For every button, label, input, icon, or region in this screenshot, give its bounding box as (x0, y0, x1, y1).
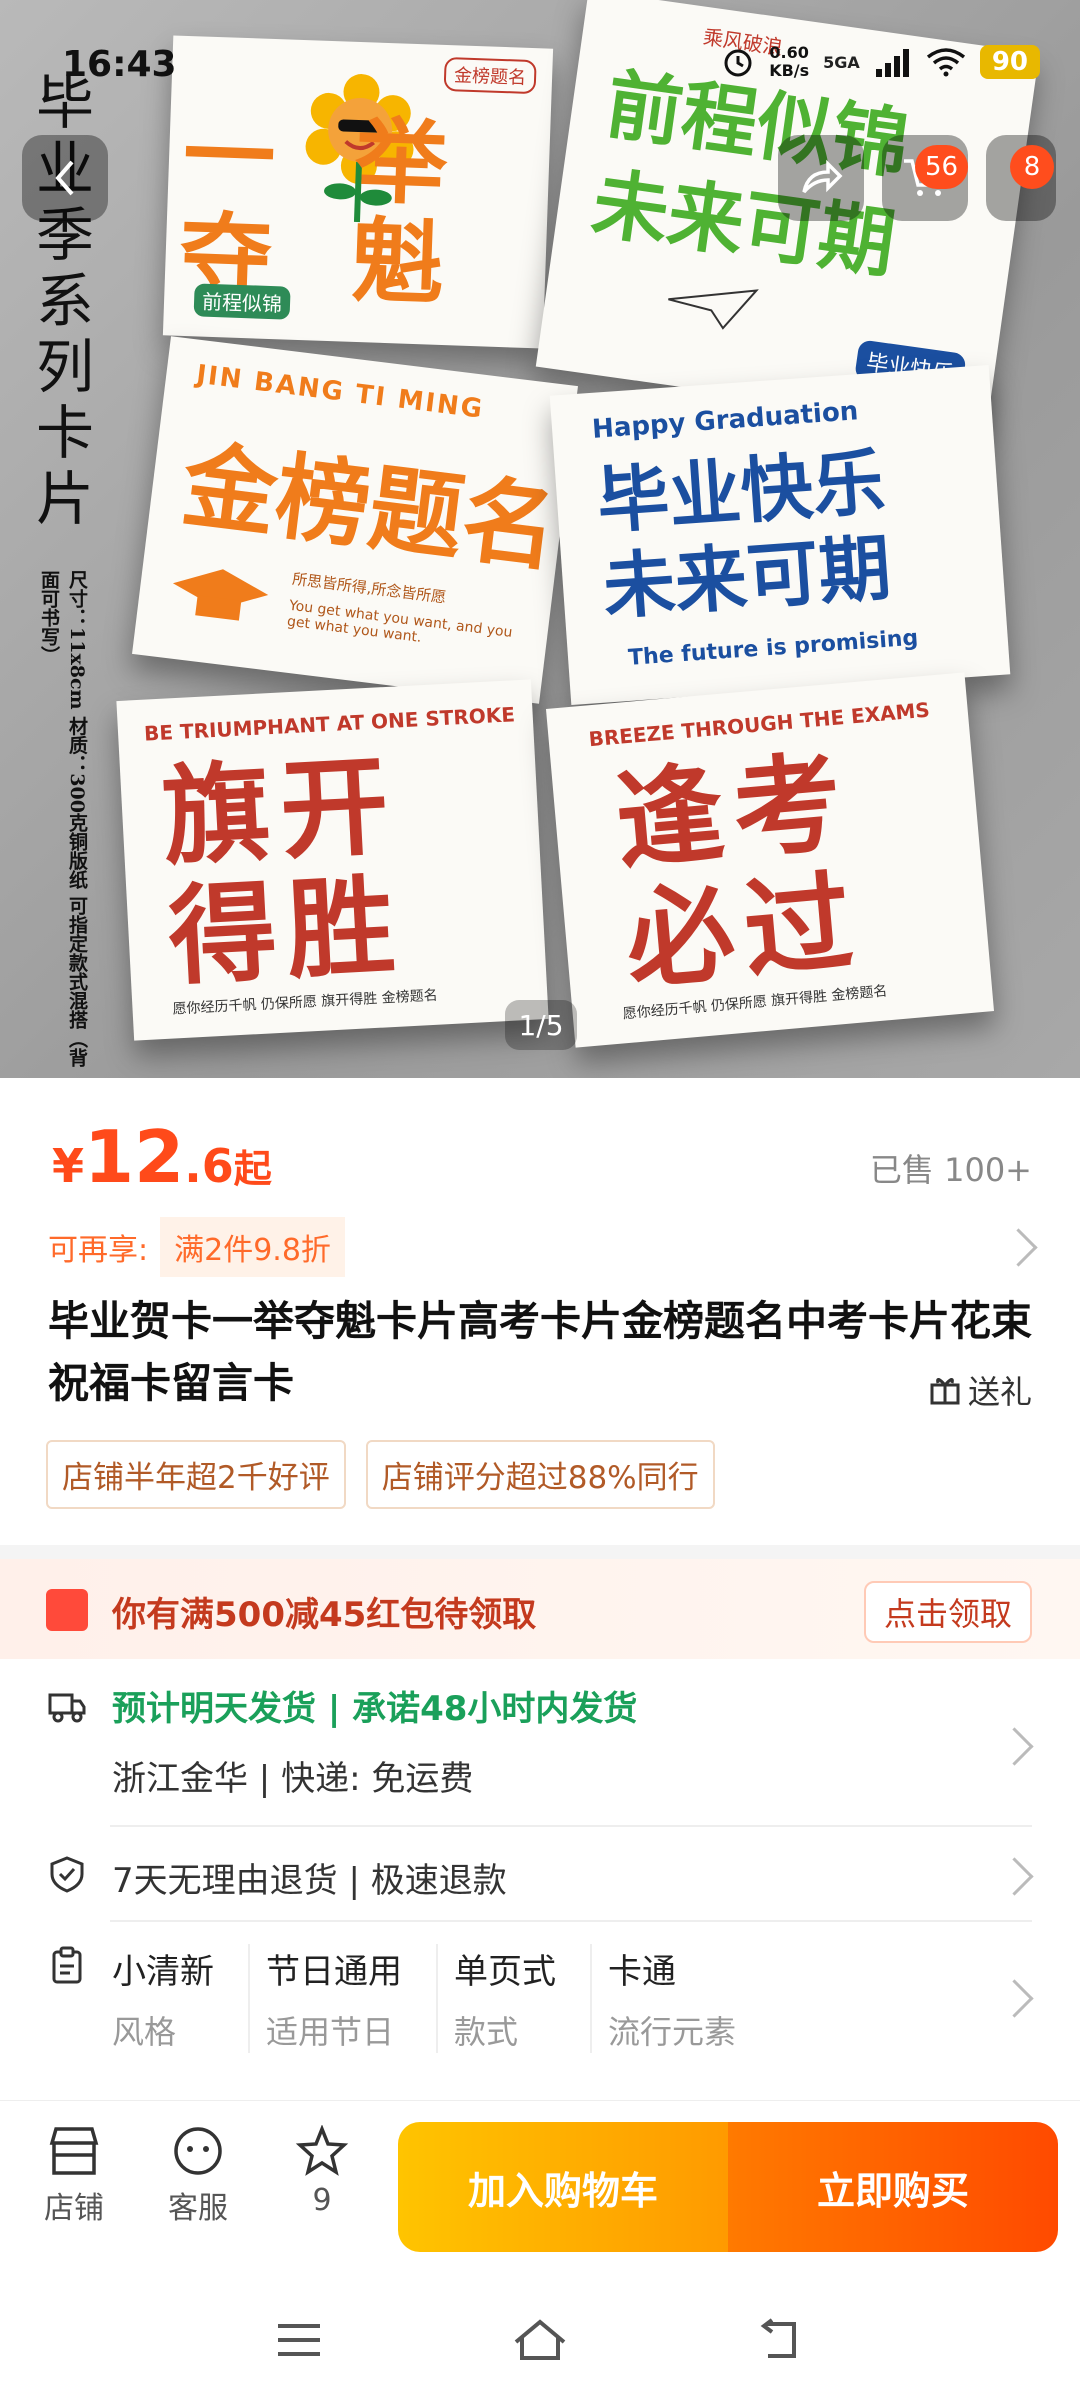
shop-tags: 店铺半年超2千好评 店铺评分超过88%同行 (46, 1440, 715, 1509)
cart-badge: 56 (915, 145, 969, 189)
card-main-text: 逢考必过 (610, 739, 868, 1005)
gift-label: 送礼 (967, 1373, 1032, 1411)
share-icon (802, 159, 843, 194)
add-to-cart-button[interactable]: 加入购物车 (398, 2122, 728, 2252)
service-label: 客服 (168, 2191, 228, 2226)
promo-chip: 满2件9.8折 (160, 1217, 345, 1277)
tag-item[interactable]: 店铺评分超过88%同行 (365, 1440, 715, 1509)
shop-label: 店铺 (44, 2191, 104, 2226)
promo-row[interactable]: 可再享: 满2件9.8折 (32, 1210, 1048, 1284)
chevron-right-icon (999, 1228, 1038, 1267)
card-line-2: You get what you want, and you get what … (286, 597, 514, 646)
shop-button[interactable]: 店铺 (24, 2125, 124, 2227)
claim-coupon-button[interactable]: 点击领取 (863, 1581, 1032, 1643)
attribute-item: 卡通 流行元素 (608, 1952, 737, 2051)
chat-face-icon (174, 2127, 222, 2175)
home-icon[interactable] (510, 2316, 570, 2362)
card-line-1: The future is promising (627, 625, 920, 671)
chevron-right-icon (995, 1979, 1034, 2018)
poster-spec: 尺寸：11x8cm 材质：300克铜版纸 可指定款式混搭（背面可书写） (38, 570, 88, 1067)
share-button[interactable] (778, 135, 864, 221)
back-nav-icon[interactable] (754, 2316, 804, 2362)
card-4: Happy Graduation 毕业快乐 未来可期 The future is… (549, 365, 1011, 705)
customer-service-button[interactable]: 客服 (148, 2125, 248, 2227)
attribute-item: 节日通用 适用节日 (266, 1944, 438, 2053)
card-1: 金榜题名 一举夺魁 前程似锦 (162, 35, 554, 349)
star-icon (295, 2125, 349, 2176)
card-sub-text: Happy Graduation (591, 396, 860, 445)
returns-text: 7天无理由退货 | 极速退款 (112, 1861, 507, 1901)
red-packet-icon (46, 1589, 88, 1631)
buy-now-button[interactable]: 立即购买 (728, 2122, 1058, 2252)
attributes-list: 小清新 风格 节日通用 适用节日 单页式 款式 卡通 流行元素 (112, 1944, 786, 2053)
paper-plane-icon (668, 289, 759, 330)
card-5: BE TRIUMPHANT AT ONE STROKE 旗开得胜 愿你经历千帆 … (116, 679, 549, 1041)
graduation-cap-icon (172, 569, 269, 621)
truck-icon (48, 1693, 86, 1723)
favorite-button[interactable]: 9 (272, 2125, 372, 2218)
sold-count: 已售 100+ (869, 1151, 1032, 1189)
carousel-pager: 1/5 (505, 1000, 577, 1050)
back-button[interactable] (22, 135, 108, 221)
shipping-eta: 预计明天发货 | 承诺48小时内发货 (112, 1689, 638, 1729)
gift-button[interactable]: 送礼 (928, 1367, 1032, 1413)
menu-badge: 8 (1010, 145, 1054, 189)
card-6: BREEZE THROUGH THE EXAMS 逢考必过 愿你经历千帆 仍保所… (545, 672, 995, 1048)
store-icon (49, 2127, 99, 2175)
system-navigation-bar (0, 2280, 1080, 2400)
card-3: JIN BANG TI MING 金榜题名 所思皆所得,所念皆所愿 You ge… (132, 336, 578, 704)
tag-item[interactable]: 店铺半年超2千好评 (46, 1440, 346, 1509)
card-stamp: 乘风破浪 (701, 24, 785, 60)
coupon-text: 你有满500减45红包待领取 (112, 1595, 537, 1635)
card-sub-text: BE TRIUMPHANT AT ONE STROKE (143, 702, 516, 746)
attribute-item: 小清新 风格 (112, 1944, 250, 2053)
section-divider (0, 1545, 1080, 1559)
attribute-item: 单页式 款式 (454, 1944, 592, 2053)
price: ¥12.6起 (52, 1115, 272, 1199)
favorites-count: 9 (312, 2183, 332, 2218)
chevron-right-icon (995, 1857, 1034, 1896)
card-main-text: 金榜题名 (176, 431, 563, 586)
coupon-banner[interactable]: 你有满500减45红包待领取 点击领取 (0, 1559, 1080, 1659)
shield-check-icon (50, 1856, 84, 1893)
chevron-right-icon (995, 1727, 1034, 1766)
shipping-origin: 浙江金华 | 快递: 免运费 (112, 1759, 474, 1799)
product-title: 毕业贺卡一举夺魁卡片高考卡片金榜题名中考卡片花束祝福卡留言卡 (48, 1297, 1032, 1407)
clipboard-icon (52, 1946, 82, 1984)
card-sub-text: 前程似锦 (193, 283, 291, 320)
gift-icon (930, 1378, 960, 1405)
promo-label: 可再享: (48, 1233, 149, 1268)
chevron-left-icon (55, 160, 74, 196)
menu-icon[interactable] (274, 2320, 324, 2360)
card-main-text: 旗开得胜 (159, 743, 408, 1001)
card-main-text: 毕业快乐 未来可期 (594, 439, 894, 630)
card-stamp: 金榜题名 (443, 56, 537, 95)
